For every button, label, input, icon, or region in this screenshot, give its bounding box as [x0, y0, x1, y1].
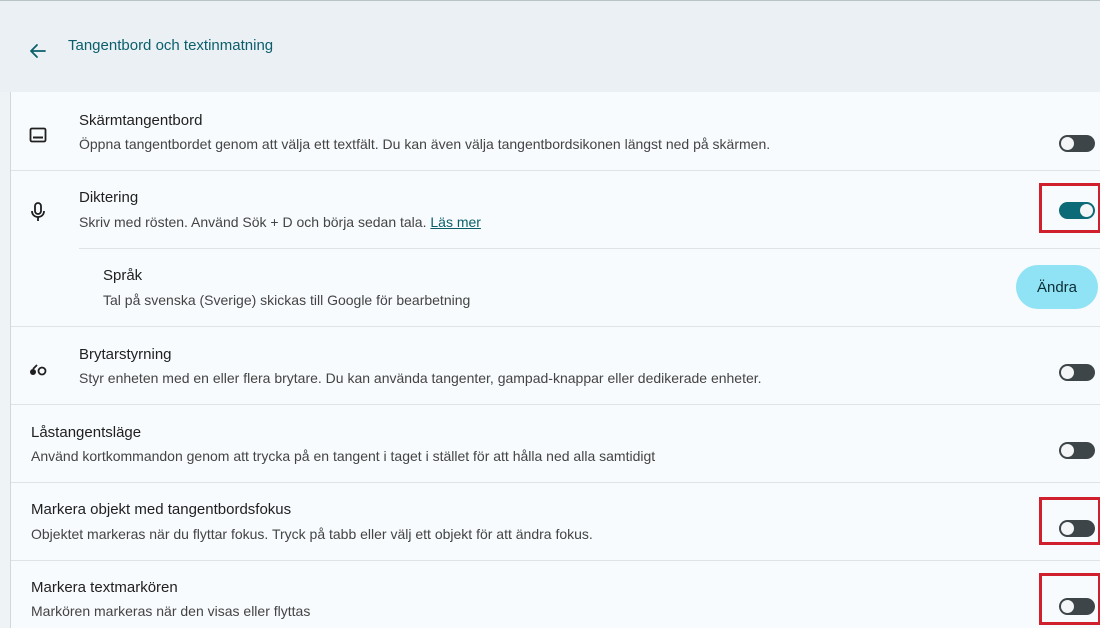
setting-language: Språk Tal på svenska (Sverige) skickas t… [11, 249, 1100, 326]
setting-switch-access[interactable]: Brytarstyrning Styr enheten med en eller… [11, 327, 1100, 404]
setting-onscreen-keyboard[interactable]: Skärmtangentbord Öppna tangentbordet gen… [11, 92, 1100, 170]
setting-subtitle: Tal på svenska (Sverige) skickas till Go… [103, 292, 471, 308]
keyboard-icon [25, 122, 51, 148]
back-button[interactable] [24, 37, 52, 65]
sticky-keys-toggle[interactable] [1059, 442, 1095, 459]
page-title: Tangentbord och textinmatning [68, 37, 274, 54]
setting-dictation[interactable]: Diktering Skriv med rösten. Använd Sök +… [11, 171, 1100, 248]
setting-title: Språk [103, 267, 143, 284]
onscreen-keyboard-toggle[interactable] [1059, 135, 1095, 152]
setting-title: Diktering [79, 189, 139, 206]
setting-subtitle-text: Skriv med rösten. Använd Sök + D och bör… [79, 214, 427, 230]
dictation-toggle[interactable] [1059, 202, 1095, 219]
page-header: Tangentbord och textinmatning [0, 0, 1100, 92]
setting-subtitle: Styr enheten med en eller flera brytare.… [79, 370, 762, 386]
setting-sticky-keys[interactable]: Låstangentsläge Använd kortkommandon gen… [11, 405, 1100, 482]
learn-more-link[interactable]: Läs mer [430, 214, 481, 230]
setting-subtitle: Objektet markeras när du flyttar fokus. … [31, 526, 593, 542]
setting-title: Låstangentsläge [31, 424, 142, 441]
setting-title: Markera textmarkören [31, 579, 178, 596]
switch-access-toggle[interactable] [1059, 364, 1095, 381]
arrow-left-icon [30, 44, 46, 58]
switch-access-icon [25, 357, 51, 383]
setting-title: Brytarstyrning [79, 346, 172, 363]
setting-subtitle: Skriv med rösten. Använd Sök + D och bör… [79, 214, 481, 230]
setting-highlight-text-cursor[interactable]: Markera textmarkören Markören markeras n… [11, 561, 1100, 628]
change-language-button[interactable]: Ändra [1016, 265, 1098, 309]
setting-title: Markera objekt med tangentbordsfokus [31, 501, 292, 518]
settings-panel: Skärmtangentbord Öppna tangentbordet gen… [10, 92, 1100, 628]
setting-highlight-keyboard-focus[interactable]: Markera objekt med tangentbordsfokus Obj… [11, 483, 1100, 560]
microphone-icon [25, 199, 51, 225]
setting-title: Skärmtangentbord [79, 112, 203, 129]
keyboard-focus-toggle[interactable] [1059, 520, 1095, 537]
text-cursor-toggle[interactable] [1059, 598, 1095, 615]
setting-subtitle: Använd kortkommandon genom att trycka på… [31, 448, 656, 464]
setting-subtitle: Markören markeras när den visas eller fl… [31, 603, 311, 619]
setting-subtitle: Öppna tangentbordet genom att välja ett … [79, 136, 771, 152]
